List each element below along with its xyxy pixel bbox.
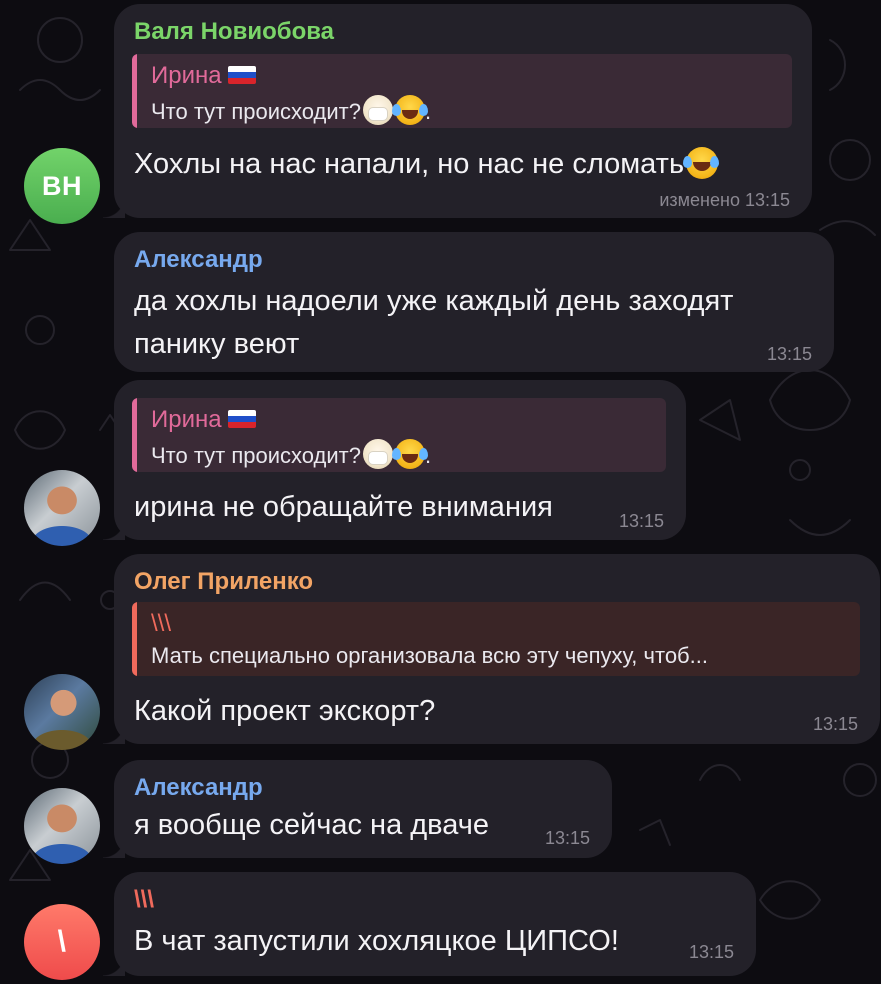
reply-sender: Ирина [151,62,256,90]
reply-sender: \\\ [151,610,172,637]
reply-bar [132,398,137,472]
message-text: ирина не обращайте внимания [134,491,553,523]
face-mask-emoji-icon [362,439,393,469]
chat-view[interactable]: ВН Валя Новиобова Ирина Что тут происход… [0,0,881,984]
message-bubble[interactable]: \\\ В чат запустили хохляцкое ЦИПСО! 13:… [103,872,756,976]
sender-name[interactable]: \\\ [134,886,154,914]
avatar-initials: ВН [42,170,82,201]
message-text: я вообще сейчас на дваче [134,809,489,841]
reply-bar [132,54,137,128]
message-timestamp: 13:15 [618,511,664,531]
face-mask-emoji-icon [362,95,393,125]
avatar-oleg[interactable] [24,674,100,750]
reply-text: Что тут происходит?. [151,95,778,125]
message-text-line: да хохлы надоели уже каждый день заходят [134,285,734,317]
reply-preview[interactable]: Ирина Что тут происходит?. [132,54,792,128]
tears-of-joy-emoji-icon [683,147,719,179]
reply-preview[interactable]: \\\ Мать специально организовала всю эту… [132,602,860,676]
message-timestamp: 13:15 [766,344,812,364]
message-timestamp: изменено 13:15 [659,190,790,210]
avatar-aleksandr[interactable] [24,788,100,864]
message-text: Какой проект экскорт? [134,695,436,727]
avatar-valya[interactable]: ВН [24,148,100,224]
reply-sender: Ирина [151,406,256,434]
message-text: В чат запустили хохляцкое ЦИПСО! [134,925,619,957]
message-timestamp: 13:15 [688,942,734,962]
message-text: Хохлы на нас напали, но нас не сломать [134,143,719,186]
message-bubble[interactable]: Олег Приленко \\\ Мать специально органи… [103,554,880,744]
russia-flag-icon [227,410,256,428]
message-bubble[interactable]: Александр я вообще сейчас на дваче 13:15 [103,760,612,858]
message-text-line: панику веют [134,328,300,360]
russia-flag-icon [227,66,256,84]
message-timestamp: 13:15 [812,714,858,734]
reply-text: Мать специально организовала всю эту чеп… [151,643,708,668]
avatar-slashes[interactable]: \ [24,904,100,980]
message-bubble[interactable]: Валя Новиобова Ирина Что тут происходит?… [103,4,812,218]
message-bubble[interactable]: Ирина Что тут происходит?. ирина не обра… [103,380,686,540]
reply-preview[interactable]: Ирина Что тут происходит?. [132,398,666,472]
reply-bar [132,602,137,676]
tears-of-joy-emoji-icon [391,95,425,125]
tears-of-joy-emoji-icon [391,439,425,469]
sender-name[interactable]: Валя Новиобова [134,18,334,46]
sender-name[interactable]: Олег Приленко [134,568,313,596]
sender-name[interactable]: Александр [134,774,263,802]
message-bubble[interactable]: Александр да хохлы надоели уже каждый де… [114,232,834,372]
reply-text: Что тут происходит?. [151,439,652,469]
message-timestamp: 13:15 [544,828,590,848]
avatar-initials: \ [57,925,67,958]
sender-name[interactable]: Александр [134,246,263,274]
avatar-aleksandr[interactable] [24,470,100,546]
